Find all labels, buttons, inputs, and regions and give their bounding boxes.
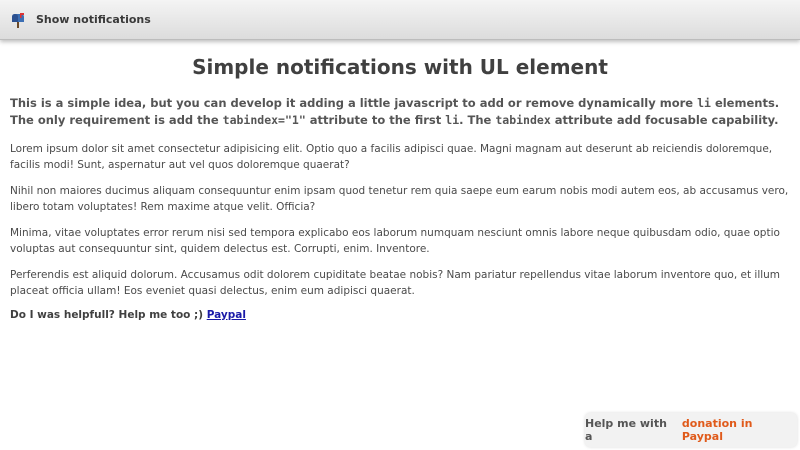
lead-paragraph: This is a simple idea, but you can devel…	[10, 95, 790, 129]
code-tabindex-attr: tabindex="1"	[222, 113, 306, 127]
page-title: Simple notifications with UL element	[192, 55, 608, 79]
show-notifications-label: Show notifications	[36, 13, 151, 26]
body-paragraph: Lorem ipsum dolor sit amet consectetur a…	[10, 143, 773, 171]
lead-text: This is a simple idea, but you can devel…	[10, 96, 698, 110]
body-paragraph: Perferendis est aliquid dolorum. Accusam…	[10, 269, 781, 297]
lead-text: attribute add focusable capability.	[550, 113, 779, 127]
donate-box[interactable]: Help me with a donation in Paypal	[585, 413, 797, 447]
lead-text: . The	[459, 113, 496, 127]
help-line: Do I was helpfull? Help me too ;) Paypal	[10, 309, 790, 321]
donate-link[interactable]: donation in Paypal	[682, 417, 797, 443]
code-li: li	[697, 96, 711, 110]
lead-text: attribute to the first	[305, 113, 446, 127]
code-li: li	[445, 113, 460, 127]
main-content: Simple notifications with UL element Thi…	[10, 50, 790, 321]
donate-prefix: Help me with a	[585, 417, 667, 443]
top-bar: Show notifications	[0, 0, 800, 40]
show-notifications-button[interactable]: Show notifications	[10, 5, 151, 35]
body-paragraph: Nihil non maiores ducimus aliquam conseq…	[10, 185, 789, 213]
help-text: Do I was helpfull? Help me too ;)	[10, 309, 204, 321]
code-tabindex: tabindex	[495, 113, 551, 127]
paypal-link[interactable]: Paypal	[207, 309, 246, 321]
mailbox-icon	[10, 12, 26, 28]
body-paragraph: Minima, vitae voluptates error rerum nis…	[10, 227, 780, 255]
